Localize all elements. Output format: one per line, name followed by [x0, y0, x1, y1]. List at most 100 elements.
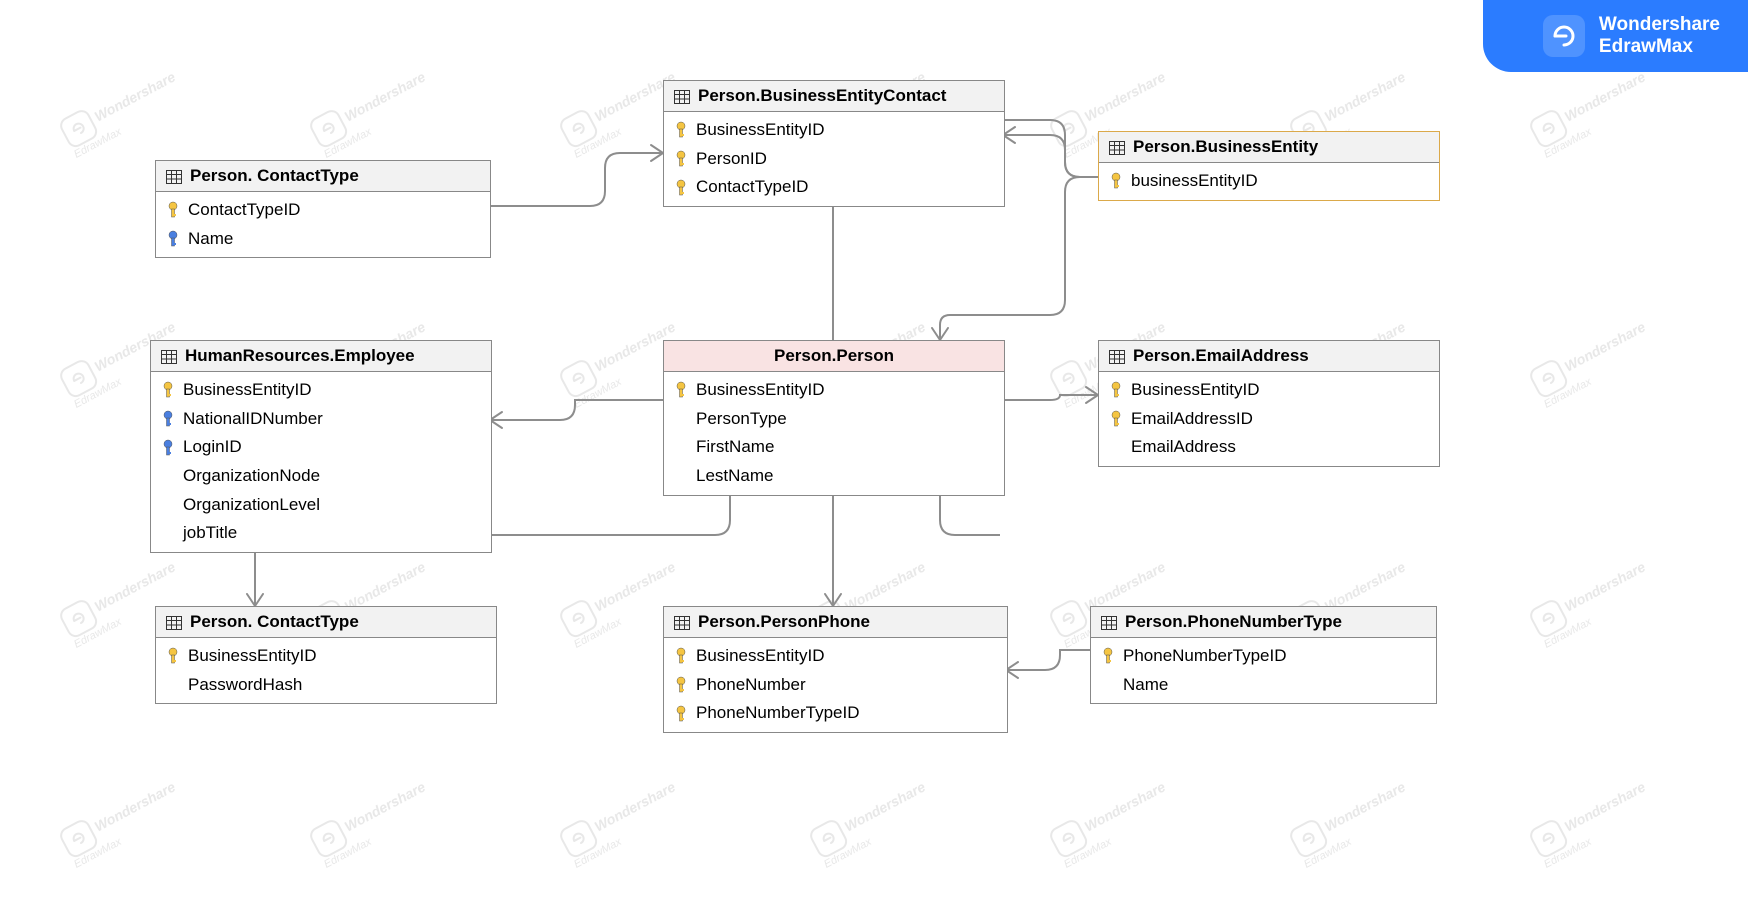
watermark: WondershareEdrawMax — [57, 773, 188, 871]
index-key-icon — [161, 410, 175, 428]
watermark: WondershareEdrawMax — [57, 63, 188, 161]
index-key-icon — [166, 230, 180, 248]
column-name: FirstName — [696, 435, 774, 460]
watermark: WondershareEdrawMax — [1287, 773, 1418, 871]
column-row: NationalIDNumber — [151, 405, 491, 434]
entity-header: Person. ContactType — [156, 607, 496, 638]
column-name: ContactTypeID — [188, 198, 300, 223]
primary-key-icon — [1101, 647, 1115, 665]
key-spacer — [161, 496, 175, 514]
watermark-logo-icon — [557, 597, 600, 640]
entity-contact-type-1[interactable]: Person. ContactType ContactTypeIDName — [155, 160, 491, 258]
column-row: BusinessEntityID — [664, 642, 1007, 671]
key-spacer — [674, 410, 688, 428]
primary-key-icon — [1109, 410, 1123, 428]
watermark: WondershareEdrawMax — [1527, 553, 1658, 651]
entity-person[interactable]: Person.Person BusinessEntityIDPersonType… — [663, 340, 1005, 496]
key-spacer — [161, 467, 175, 485]
column-row: FirstName — [664, 433, 1004, 462]
watermark-logo-icon — [1287, 817, 1330, 860]
entity-title: Person.PhoneNumberType — [1125, 612, 1342, 632]
column-name: OrganizationLevel — [183, 493, 320, 518]
watermark-logo-icon — [1047, 357, 1090, 400]
entity-header: Person.BusinessEntity — [1099, 132, 1439, 163]
column-row: PasswordHash — [156, 671, 496, 700]
key-spacer — [161, 525, 175, 543]
watermark-logo-icon — [1527, 357, 1570, 400]
column-name: BusinessEntityID — [696, 118, 825, 143]
column-row: EmailAddressID — [1099, 405, 1439, 434]
primary-key-icon — [674, 150, 688, 168]
primary-key-icon — [161, 381, 175, 399]
column-name: BusinessEntityID — [696, 644, 825, 669]
entity-person-phone[interactable]: Person.PersonPhone BusinessEntityID Phone… — [663, 606, 1008, 733]
primary-key-icon — [674, 705, 688, 723]
column-row: Name — [156, 225, 490, 254]
diagram-canvas[interactable]: WondershareEdrawMax WondershareEdrawMax Wo… — [0, 0, 1748, 911]
watermark-logo-icon — [307, 107, 350, 150]
entity-body: BusinessEntityIDNationalIDNumberLoginIDO… — [151, 372, 491, 552]
primary-key-icon — [674, 179, 688, 197]
column-row: OrganizationNode — [151, 462, 491, 491]
column-name: PersonID — [696, 147, 767, 172]
column-row: BusinessEntityID — [664, 376, 1004, 405]
column-name: ContactTypeID — [696, 175, 808, 200]
entity-header: Person.EmailAddress — [1099, 341, 1439, 372]
column-name: BusinessEntityID — [1131, 378, 1260, 403]
entity-title: Person.PersonPhone — [698, 612, 870, 632]
entity-header: Person.PersonPhone — [664, 607, 1007, 638]
column-row: PhoneNumberTypeID — [1091, 642, 1436, 671]
entity-body: PhoneNumberTypeIDName — [1091, 638, 1436, 703]
column-name: PersonType — [696, 407, 787, 432]
entity-body: ContactTypeID Name — [156, 192, 490, 257]
watermark: WondershareEdrawMax — [307, 63, 438, 161]
primary-key-icon — [1109, 172, 1123, 190]
brand-line2: EdrawMax — [1599, 36, 1720, 58]
column-row: PersonType — [664, 405, 1004, 434]
column-row: PersonID — [664, 145, 1004, 174]
watermark: WondershareEdrawMax — [807, 773, 938, 871]
entity-title: Person. ContactType — [190, 612, 359, 632]
column-name: EmailAddress — [1131, 435, 1236, 460]
column-name: jobTitle — [183, 521, 237, 546]
column-row: BusinessEntityID — [156, 642, 496, 671]
primary-key-icon — [166, 201, 180, 219]
watermark: WondershareEdrawMax — [1527, 773, 1658, 871]
entity-body: BusinessEntityIDPersonType FirstName LestN… — [664, 372, 1004, 495]
brand-badge: Wondershare EdrawMax — [1483, 0, 1748, 72]
entity-body: businessEntityID — [1099, 163, 1439, 200]
entity-business-entity[interactable]: Person.BusinessEntity businessEntityID — [1098, 131, 1440, 201]
column-name: LoginID — [183, 435, 242, 460]
watermark-logo-icon — [1527, 107, 1570, 150]
column-name: Name — [188, 227, 233, 252]
brand-logo-icon — [1543, 15, 1585, 57]
column-name: BusinessEntityID — [183, 378, 312, 403]
column-row: ContactTypeID — [664, 173, 1004, 202]
table-icon — [1109, 140, 1125, 154]
watermark-logo-icon — [557, 107, 600, 150]
column-row: LoginID — [151, 433, 491, 462]
watermark: WondershareEdrawMax — [557, 773, 688, 871]
column-row: jobTitle — [151, 519, 491, 548]
column-name: LestName — [696, 464, 773, 489]
table-icon — [166, 615, 182, 629]
entity-employee[interactable]: HumanResources.Employee BusinessEntityID… — [150, 340, 492, 553]
entity-title: Person.BusinessEntityContact — [698, 86, 946, 106]
entity-business-entity-contact[interactable]: Person.BusinessEntityContact BusinessEnt… — [663, 80, 1005, 207]
entity-phone-number-type[interactable]: Person.PhoneNumberType PhoneNumberTypeID… — [1090, 606, 1437, 704]
entity-email-address[interactable]: Person.EmailAddress BusinessEntityIDEmai… — [1098, 340, 1440, 467]
column-row: PhoneNumberTypeID — [664, 699, 1007, 728]
entity-header: Person.PhoneNumberType — [1091, 607, 1436, 638]
column-name: PhoneNumberTypeID — [696, 701, 859, 726]
column-row: Name — [1091, 671, 1436, 700]
watermark-logo-icon — [557, 817, 600, 860]
watermark-logo-icon — [57, 357, 100, 400]
column-name: NationalIDNumber — [183, 407, 323, 432]
entity-contact-type-2[interactable]: Person. ContactType BusinessEntityIDPass… — [155, 606, 497, 704]
column-name: PhoneNumberTypeID — [1123, 644, 1286, 669]
watermark: WondershareEdrawMax — [307, 773, 438, 871]
index-key-icon — [161, 439, 175, 457]
column-row: ContactTypeID — [156, 196, 490, 225]
watermark-logo-icon — [57, 817, 100, 860]
entity-body: BusinessEntityID PersonID ContactTypeID — [664, 112, 1004, 206]
